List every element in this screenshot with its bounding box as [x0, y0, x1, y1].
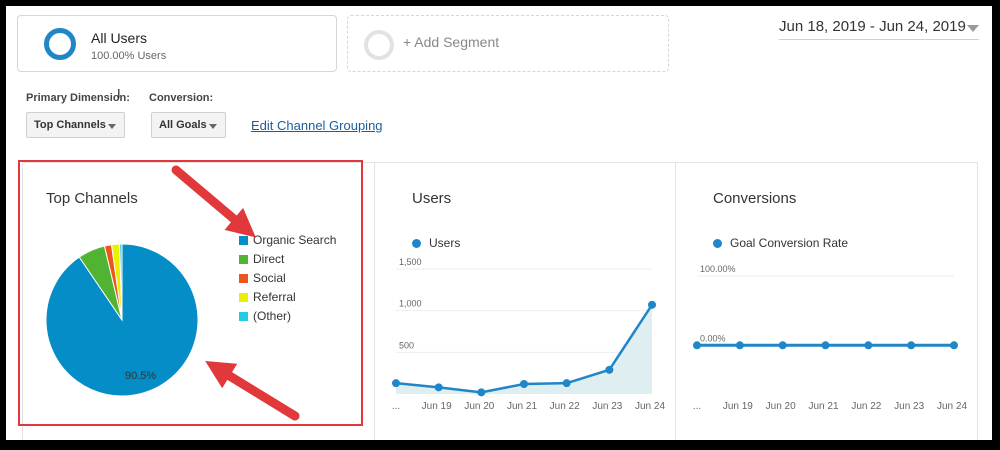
conversion-dropdown[interactable]: All Goals: [151, 112, 226, 138]
x-tick-label: Jun 22: [851, 401, 881, 412]
segment-sub: 100.00% Users: [91, 50, 167, 62]
y-tick-label: 100.00%: [700, 264, 736, 274]
segment-all-users[interactable]: All Users 100.00% Users: [17, 15, 337, 72]
conversion-value: All Goals: [159, 119, 207, 131]
conversions-chart[interactable]: 100.00% 0.00%... Jun 19 Jun 20 Jun 21 Jun 22 J…: [683, 256, 973, 416]
date-range-text: Jun 18, 2019 - Jun 24, 2019: [779, 18, 966, 35]
x-tick-label: Jun 23: [894, 401, 924, 412]
text-cursor-icon: I: [117, 86, 121, 101]
data-point[interactable]: [392, 379, 400, 388]
data-point[interactable]: [520, 380, 528, 388]
segment-ring-icon: [44, 28, 76, 60]
data-point[interactable]: [735, 341, 744, 350]
x-tick-label: ...: [392, 401, 400, 412]
users-legend-dot: [412, 239, 421, 248]
data-point[interactable]: [693, 341, 701, 350]
data-point[interactable]: [950, 341, 958, 350]
x-tick-label: Jun 20: [766, 401, 796, 412]
x-tick-label: ...: [693, 401, 701, 412]
x-tick-label: Jun 19: [422, 401, 452, 412]
data-point[interactable]: [434, 383, 443, 392]
y-tick-label: 1,500: [399, 257, 422, 267]
x-tick-label: Jun 19: [723, 401, 753, 412]
x-tick-label: Jun 23: [592, 401, 622, 412]
x-tick-label: Jun 24: [937, 401, 967, 412]
highlight-box: [18, 160, 363, 426]
users-title: Users: [412, 190, 452, 207]
chevron-down-icon: [108, 124, 116, 129]
data-point[interactable]: [562, 379, 571, 388]
panel-divider: [675, 162, 676, 440]
users-chart[interactable]: 1,500 1,000 500... Jun 19 Jun 20 Jun 21 Jun 22…: [382, 256, 672, 416]
y-tick-label: 0.00%: [700, 333, 726, 343]
analytics-frame: All Users 100.00% Users + Add Segment Ju…: [6, 6, 992, 440]
data-point[interactable]: [864, 341, 873, 350]
chevron-down-icon: [967, 25, 979, 32]
conversions-title: Conversions: [713, 190, 797, 207]
add-segment-button[interactable]: + Add Segment: [347, 15, 669, 72]
primary-dimension-dropdown[interactable]: Top Channels: [26, 112, 125, 138]
edit-channel-grouping-link[interactable]: Edit Channel Grouping: [251, 118, 383, 133]
empty-segment-ring-icon: [364, 30, 394, 60]
x-tick-label: Jun 21: [808, 401, 838, 412]
x-tick-label: Jun 20: [464, 401, 494, 412]
date-range-picker[interactable]: Jun 18, 2019 - Jun 24, 2019: [779, 18, 979, 40]
x-tick-label: Jun 24: [635, 401, 665, 412]
x-tick-label: Jun 21: [507, 401, 537, 412]
data-point[interactable]: [821, 341, 830, 350]
data-point[interactable]: [778, 341, 787, 350]
conversion-label: Conversion:: [149, 92, 214, 104]
primary-dimension-label: Primary Dimension:: [26, 92, 130, 104]
conversions-legend-dot: [713, 239, 722, 248]
x-tick-label: Jun 22: [550, 401, 580, 412]
add-segment-label: + Add Segment: [403, 34, 500, 50]
chevron-down-icon: [209, 124, 217, 129]
data-point[interactable]: [477, 388, 486, 397]
data-point[interactable]: [605, 365, 614, 374]
users-legend-label: Users: [429, 236, 461, 250]
data-point[interactable]: [648, 300, 656, 309]
primary-dimension-value: Top Channels: [34, 119, 106, 131]
data-point[interactable]: [907, 341, 916, 350]
panel-divider: [374, 162, 375, 440]
conversions-legend-label: Goal Conversion Rate: [730, 236, 849, 250]
y-tick-label: 500: [399, 340, 414, 350]
y-tick-label: 1,000: [399, 299, 422, 309]
segment-name: All Users: [91, 30, 148, 46]
